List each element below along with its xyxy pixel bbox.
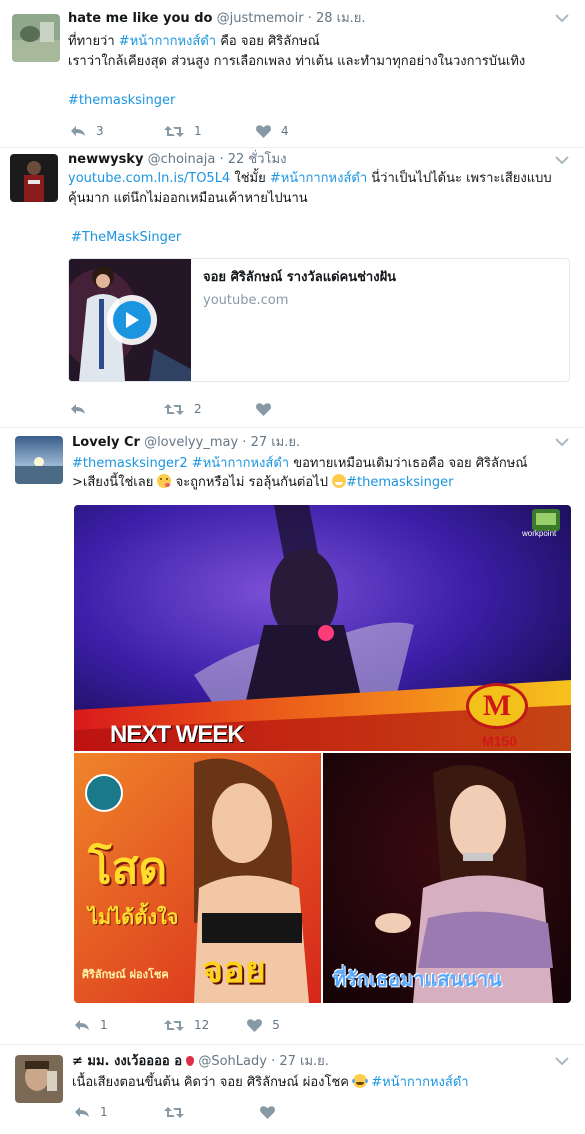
display-name[interactable]: newwysky: [68, 152, 143, 167]
reply-icon: [75, 1107, 89, 1117]
sponsor-badge-sub: M150: [482, 733, 518, 749]
display-name[interactable]: ≠ มม. งงเว้ออออ อ: [72, 1054, 182, 1069]
media-image-top[interactable]: workpoint NEXT WEEK M M150: [74, 505, 571, 751]
url-link[interactable]: youtube.com.ln.is/TO5L4: [68, 171, 230, 186]
hashtag-link[interactable]: #themasksinger: [68, 91, 175, 111]
like-button[interactable]: 4: [256, 124, 295, 138]
hashtag-link[interactable]: #หน้ากากหงส์ดำ: [192, 456, 289, 471]
retweet-icon: [164, 1106, 184, 1118]
card-thumbnail[interactable]: [69, 259, 191, 381]
album-artist-name: จอย: [202, 950, 266, 991]
like-button[interactable]: 5: [247, 1018, 286, 1032]
kiss-emoji-icon: [157, 474, 172, 488]
heart-icon: [256, 124, 271, 138]
tweet-text-line: ที่ทายว่า #หน้ากากหงส์ดำ คือ จอย ศิริลัก…: [68, 34, 320, 49]
timestamp[interactable]: 28 เม.ย.: [316, 11, 366, 26]
display-name[interactable]: hate me like you do: [68, 11, 212, 26]
retweet-button[interactable]: 12: [164, 1018, 209, 1032]
tweet-text-line: เนื้อเสียงตอนขึ้นต้น คิดว่า จอย ศิริลักษ…: [72, 1074, 469, 1090]
reply-button[interactable]: 1: [74, 1105, 114, 1119]
hashtag-link[interactable]: #หน้ากากหงส์ดำ: [119, 34, 216, 49]
album-subtitle: ไม่ได้ตั้งใจ: [88, 905, 179, 929]
timestamp[interactable]: 22 ชั่วโมง: [228, 152, 287, 167]
album-title: โสด: [88, 843, 168, 894]
laughing-tears-emoji-icon: [352, 1074, 369, 1088]
hashtag-link[interactable]: #TheMaskSinger: [71, 228, 181, 248]
user-handle[interactable]: @justmemoir: [217, 11, 304, 26]
play-button[interactable]: [107, 295, 157, 345]
timestamp[interactable]: 27 เม.ย.: [251, 435, 301, 450]
avatar-image: [10, 154, 58, 202]
reply-button[interactable]: [70, 403, 110, 415]
user-handle[interactable]: @SohLady: [198, 1054, 267, 1069]
reply-icon: [71, 404, 85, 414]
like-button[interactable]: [260, 1105, 299, 1119]
heart-icon: [247, 1018, 263, 1032]
tweet-2[interactable]: newwysky @choinaja · 22 ชั่วโมง youtube.…: [0, 147, 585, 427]
chevron-down-icon[interactable]: [555, 12, 569, 23]
media-image-bottom-left[interactable]: โสด ไม่ได้ตั้งใจ ศิริลักษณ์ ผ่องโชค จอย: [74, 753, 321, 1003]
reply-icon: [71, 126, 85, 136]
media-image-bottom-right[interactable]: ที่รักเธอมาแสนนาน: [323, 753, 571, 1003]
chevron-down-icon[interactable]: [555, 154, 569, 165]
heart-icon: [260, 1105, 275, 1119]
photo-caption: ที่รักเธอมาแสนนาน: [333, 967, 502, 991]
retweet-button[interactable]: [164, 1106, 208, 1119]
retweet-icon: [164, 1019, 184, 1031]
timestamp[interactable]: 27 เม.ย.: [279, 1054, 329, 1069]
hashtag-link[interactable]: #themasksinger: [346, 475, 453, 490]
like-button[interactable]: [256, 402, 295, 416]
user-handle[interactable]: @choinaja: [148, 152, 216, 167]
retweet-icon: [164, 403, 184, 415]
chevron-down-icon[interactable]: [555, 1055, 569, 1066]
reply-icon: [75, 1020, 89, 1030]
retweet-icon: [164, 125, 184, 137]
avatar-image: [15, 1055, 63, 1103]
reply-button[interactable]: 1: [74, 1018, 114, 1032]
pin-emoji-icon: [186, 1056, 195, 1066]
tweet-4[interactable]: ≠ มม. งงเว้ออออ อ @SohLady · 27 เม.ย. เน…: [0, 1044, 585, 1134]
tweet-1[interactable]: hate me like you do @justmemoir · 28 เม.…: [0, 0, 585, 147]
link-card[interactable]: จอย ศิริลักษณ์ รางวัลแด่คนช่างฝัน youtub…: [68, 258, 570, 382]
tweet-text-line: #themasksinger2 #หน้ากากหงส์ดำ ขอทายเหมื…: [72, 456, 528, 471]
channel-logo: workpoint: [522, 529, 557, 538]
avatar-image: [12, 14, 60, 62]
avatar[interactable]: [15, 1055, 63, 1103]
chevron-down-icon[interactable]: [555, 436, 569, 447]
media-grid[interactable]: workpoint NEXT WEEK M M150 โสด ไม่ได้ตั้…: [74, 505, 571, 1003]
play-icon: [126, 312, 139, 328]
hashtag-link[interactable]: #หน้ากากหงส์ดำ: [371, 1075, 468, 1090]
hashtag-link[interactable]: #themasksinger2: [72, 456, 188, 471]
retweet-button[interactable]: 2: [164, 402, 208, 416]
avatar-image: [15, 436, 63, 484]
avatar[interactable]: [12, 14, 60, 62]
tweet-text-line: คุ้นมาก แต่นึกไม่ออกเหมือนเค้าหายไปนาน: [68, 191, 308, 206]
tweet-text-line: เราว่าใกล้เคียงสุด ส่วนสูง การเลือกเพลง …: [68, 54, 526, 69]
hashtag-link[interactable]: #หน้ากากหงส์ดำ: [270, 171, 367, 186]
display-name[interactable]: Lovely Cr: [72, 435, 140, 450]
card-title[interactable]: จอย ศิริลักษณ์ รางวัลแด่คนช่างฝัน: [203, 269, 396, 287]
next-week-caption: NEXT WEEK: [110, 721, 245, 748]
avatar[interactable]: [10, 154, 58, 202]
reply-button[interactable]: 3: [70, 124, 110, 138]
avatar[interactable]: [15, 436, 63, 484]
tweet-3[interactable]: Lovely Cr @lovelyy_may · 27 เม.ย. #thema…: [0, 427, 585, 1044]
retweet-button[interactable]: 1: [164, 124, 208, 138]
card-domain: youtube.com: [203, 293, 289, 308]
sponsor-badge: M: [466, 683, 528, 729]
tweet-text-line: >เสียงนี้ใช่เลย จะถูกหรือไม่ รอลุ้นกันต่…: [72, 474, 454, 490]
tweet-text-line: youtube.com.ln.is/TO5L4 ใช่มั้ย #หน้ากาก…: [68, 171, 552, 186]
grinning-emoji-icon: [332, 474, 347, 488]
user-handle[interactable]: @lovelyy_may: [144, 435, 238, 450]
heart-icon: [256, 402, 271, 416]
album-artist: ศิริลักษณ์ ผ่องโชค: [82, 968, 169, 981]
